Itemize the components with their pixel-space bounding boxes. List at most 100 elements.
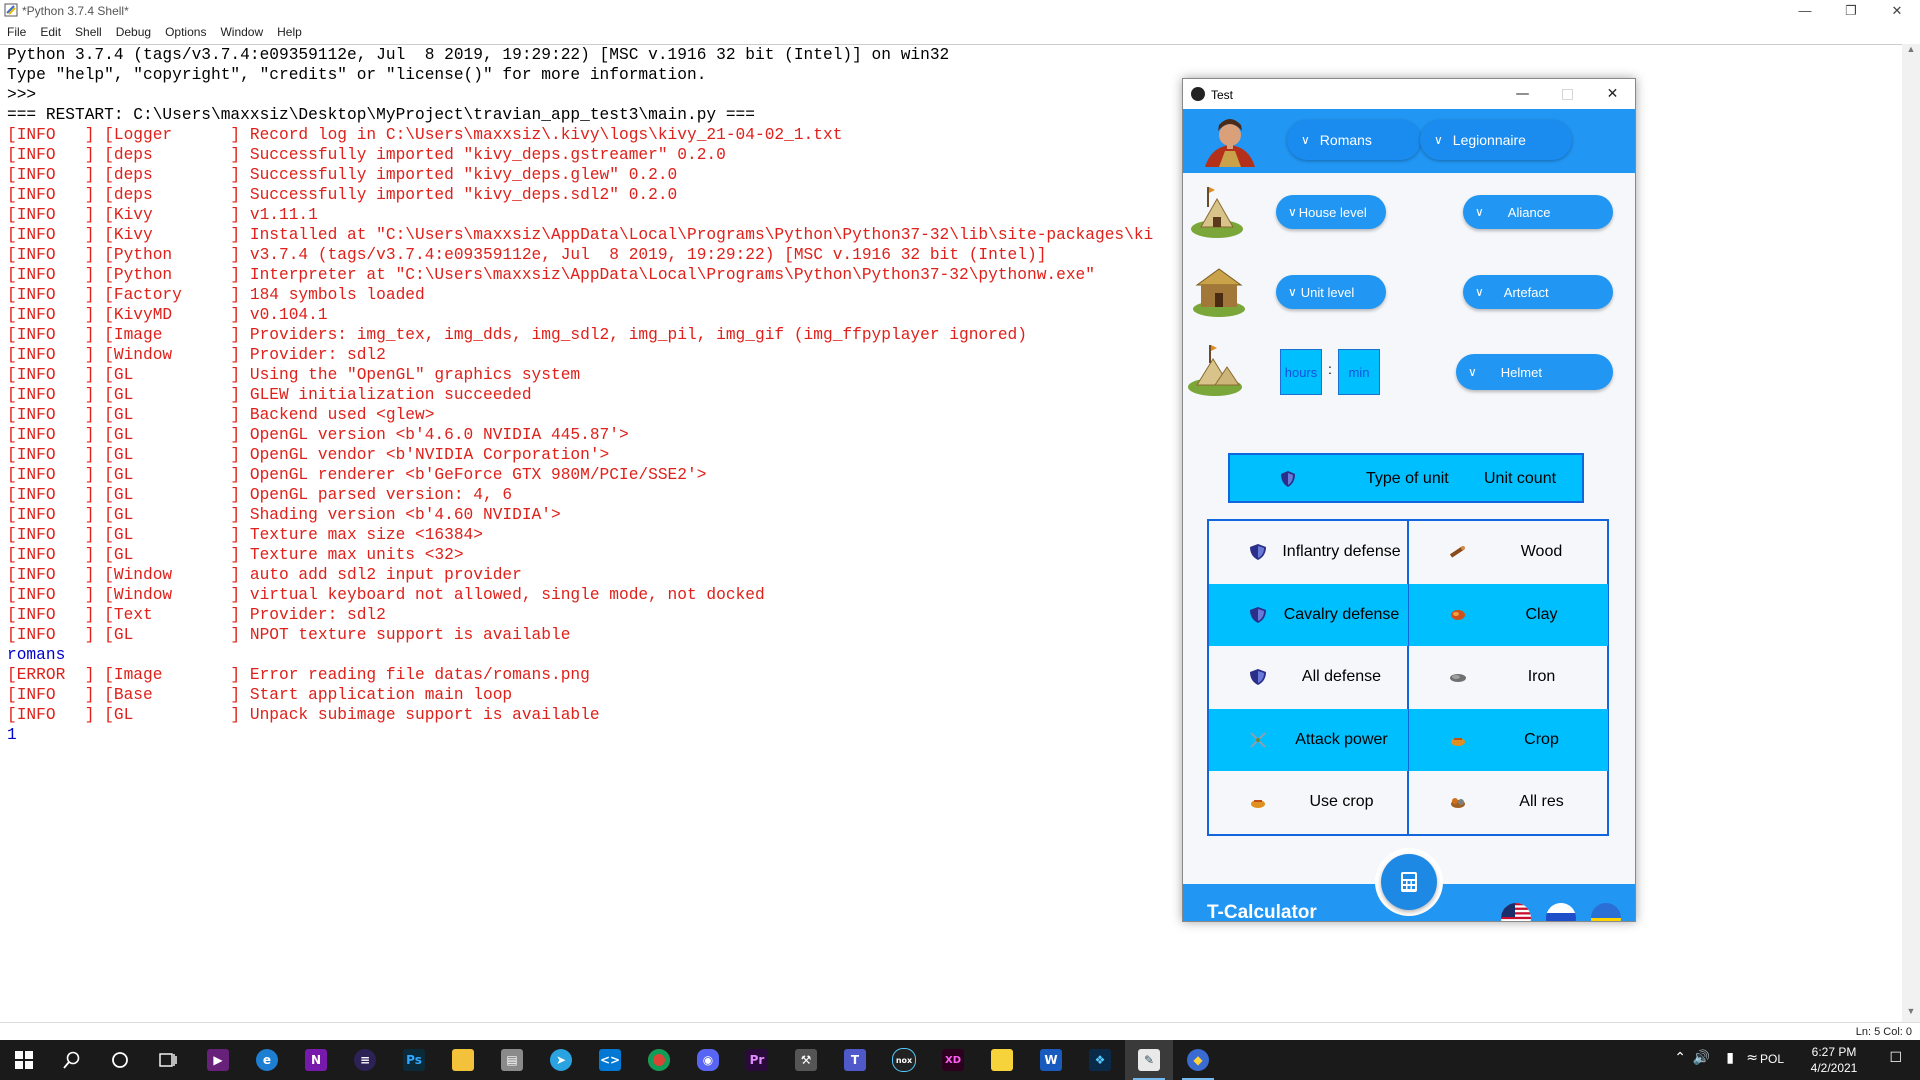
battery-icon[interactable]: ▮ (1726, 1050, 1734, 1066)
notification-icon[interactable]: ☐ (1889, 1050, 1902, 1066)
language-indicator[interactable]: POL (1760, 1052, 1784, 1066)
taskbar-app-vs-installer[interactable]: ▶ (194, 1040, 242, 1080)
artefact-dropdown[interactable]: ∨ Artefact (1463, 275, 1613, 309)
stat-cell-use-crop[interactable]: Use crop (1209, 771, 1408, 833)
chevron-down-icon: ∨ (1468, 365, 1477, 379)
calculate-fab-button[interactable] (1381, 854, 1437, 910)
unit-header-button[interactable]: Type of unit Unit count (1228, 453, 1584, 503)
time-separator: : (1328, 361, 1332, 377)
stat-cell-iron[interactable]: Iron (1409, 646, 1608, 708)
house-level-dropdown[interactable]: ∨ House level (1276, 195, 1386, 229)
shield-icon (1281, 471, 1295, 487)
taskbar-app-database[interactable]: ▤ (488, 1040, 536, 1080)
taskbar-app-chrome[interactable] (635, 1040, 683, 1080)
task-view-button[interactable] (144, 1040, 192, 1080)
taskbar-app-photoshop[interactable]: Ps (390, 1040, 438, 1080)
all-resources-icon (1451, 798, 1465, 809)
taskbar-app-discord[interactable]: ◉ (684, 1040, 732, 1080)
taskbar-app-nox[interactable]: nox (880, 1040, 928, 1080)
aliance-label: Aliance (1507, 204, 1551, 220)
stat-cell-crop[interactable]: Crop (1409, 708, 1608, 771)
scroll-down-icon[interactable]: ▼ (1902, 1006, 1920, 1022)
stat-cell-label: Inflantry defense (1282, 543, 1401, 560)
wifi-icon[interactable]: ≈ (1746, 1050, 1758, 1066)
taskbar-app-game[interactable]: ⚒ (782, 1040, 830, 1080)
unit-level-dropdown[interactable]: ∨ Unit level (1276, 275, 1386, 309)
minimize-button[interactable]: — (1782, 0, 1828, 22)
stat-cell-label: Cavalry defense (1283, 605, 1400, 623)
taskbar-app-onenote[interactable]: N (292, 1040, 340, 1080)
helmet-dropdown[interactable]: ∨ Helmet (1456, 354, 1613, 390)
menu-edit[interactable]: Edit (33, 22, 68, 42)
test-maximize-button: □ (1560, 86, 1575, 102)
vscode-icon: <> (599, 1049, 621, 1071)
taskbar-app-file-explorer[interactable] (439, 1040, 487, 1080)
roman-soldier-avatar (1197, 113, 1263, 167)
vertical-scrollbar[interactable]: ▲ ▼ (1902, 44, 1920, 1022)
stat-cell-label: Attack power (1295, 730, 1388, 748)
menu-options[interactable]: Options (158, 22, 213, 42)
azure-icon: ❖ (1089, 1049, 1111, 1071)
taskbar-app-azure[interactable]: ❖ (1076, 1040, 1124, 1080)
nox-icon: nox (892, 1048, 916, 1072)
minutes-input[interactable]: min (1338, 349, 1380, 395)
stat-cell-all-defense[interactable]: All defense (1209, 646, 1408, 708)
taskbar-app-premiere[interactable]: Pr (733, 1040, 781, 1080)
shield-icon (1250, 606, 1266, 623)
house-level-label: House level (1298, 204, 1367, 220)
stat-cell-label: All defense (1301, 668, 1382, 686)
taskbar: ▶ e N ≡ Ps ▤ ➤ <> ◉ Pr ⚒ T nox XD W ❖ ✎ … (0, 1040, 1920, 1080)
menu-window[interactable]: Window (213, 22, 270, 42)
taskbar-app-sticky-notes[interactable] (978, 1040, 1026, 1080)
taskbar-app-telegram[interactable]: ➤ (537, 1040, 585, 1080)
crop-icon (1451, 737, 1465, 746)
python-icon: ◆ (1187, 1049, 1209, 1071)
test-close-button[interactable]: ✕ (1590, 79, 1635, 109)
stat-cell-attack-power[interactable]: Attack power (1209, 708, 1408, 771)
xd-icon: XD (942, 1049, 964, 1071)
cursor-position: Ln: 5 Col: 0 (1855, 1026, 1912, 1038)
volume-icon[interactable]: 🔊 (1693, 1050, 1710, 1066)
taskbar-app-xd[interactable]: XD (929, 1040, 977, 1080)
restore-button[interactable]: ❐ (1828, 0, 1874, 22)
taskbar-app-idle[interactable]: ✎ (1125, 1040, 1173, 1080)
menu-bar: File Edit Shell Debug Options Window Help (0, 22, 1920, 42)
start-button[interactable] (0, 1040, 48, 1080)
chevron-down-icon: ∨ (1475, 285, 1484, 299)
database-icon: ▤ (501, 1049, 523, 1071)
chevron-up-icon[interactable]: ⌃ (1674, 1050, 1686, 1066)
tribe-dropdown[interactable]: ∨ Romans (1287, 120, 1421, 160)
stat-cell-label: Iron (1527, 668, 1556, 686)
hours-input[interactable]: hours (1280, 349, 1322, 395)
clock[interactable]: 6:27 PM 4/2/2021 (1804, 1044, 1864, 1076)
stat-cell-cavalry-defense[interactable]: Cavalry defense (1209, 583, 1408, 646)
menu-debug[interactable]: Debug (109, 22, 158, 42)
taskbar-app-python[interactable]: ◆ (1174, 1040, 1222, 1080)
taskbar-app-eclipse[interactable]: ≡ (341, 1040, 389, 1080)
scroll-up-icon[interactable]: ▲ (1902, 44, 1920, 60)
crossed-swords-icon (1250, 732, 1266, 748)
test-minimize-button[interactable]: — (1500, 79, 1545, 109)
aliance-dropdown[interactable]: ∨ Aliance (1463, 195, 1613, 229)
menu-shell[interactable]: Shell (68, 22, 109, 42)
edge-icon: e (256, 1049, 278, 1071)
unit-dropdown[interactable]: ∨ Legionnaire (1420, 120, 1572, 160)
calculator-icon (1401, 872, 1417, 892)
search-button[interactable] (48, 1040, 96, 1080)
stat-cell-wood[interactable]: Wood (1409, 521, 1608, 583)
stats-grid: Inflantry defense Wood Cavalry defense Clay… (1207, 519, 1609, 836)
menu-help[interactable]: Help (270, 22, 309, 42)
taskbar-app-teams[interactable]: T (831, 1040, 879, 1080)
menu-file[interactable]: File (0, 22, 33, 42)
taskbar-app-vscode[interactable]: <> (586, 1040, 634, 1080)
python-idle-icon: ✎ (1138, 1049, 1160, 1071)
close-button[interactable]: ✕ (1874, 0, 1920, 22)
taskbar-app-edge[interactable]: e (243, 1040, 291, 1080)
cortana-button[interactable] (96, 1040, 144, 1080)
stat-cell-all-res[interactable]: All res (1409, 771, 1608, 833)
stat-cell-clay[interactable]: Clay (1409, 583, 1608, 646)
sticky-notes-icon (991, 1049, 1013, 1071)
taskbar-app-word[interactable]: W (1027, 1040, 1075, 1080)
stat-cell-inflantry-defense[interactable]: Inflantry defense (1209, 521, 1408, 583)
artefact-label: Artefact (1503, 284, 1549, 300)
